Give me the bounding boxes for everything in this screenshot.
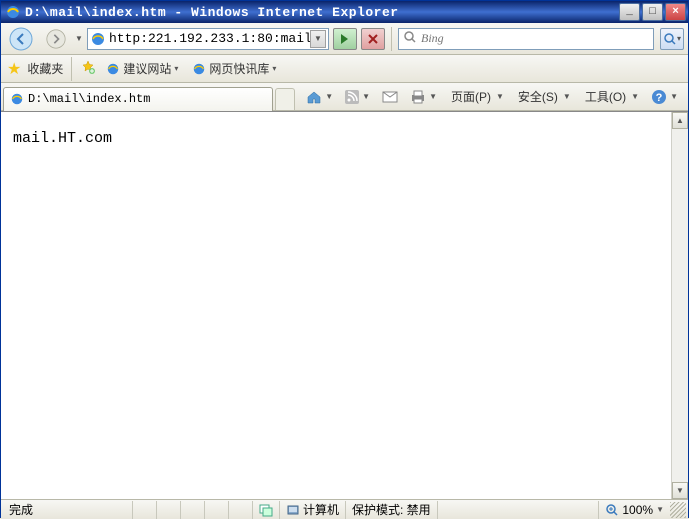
search-go-button[interactable]: ▾ — [660, 28, 684, 50]
title-bar: D:\mail\index.htm - Windows Internet Exp… — [1, 1, 688, 23]
search-icon — [403, 30, 417, 47]
content-area: mail.HT.com ▲ ▼ — [1, 111, 688, 499]
status-done: 完成 — [3, 501, 133, 519]
mail-button[interactable] — [376, 85, 404, 109]
minimize-button[interactable]: _ — [619, 3, 640, 21]
window-controls: _ □ × — [619, 3, 686, 21]
page-menu[interactable]: 页面(P)▼ — [443, 85, 510, 109]
maximize-button[interactable]: □ — [642, 3, 663, 21]
search-box[interactable] — [398, 28, 654, 50]
status-bar: 完成 计算机 保护模式: 禁用 100% ▼ — [1, 499, 688, 519]
back-button[interactable] — [5, 25, 37, 53]
scroll-track[interactable] — [672, 129, 688, 482]
status-protected-mode: 保护模式: 禁用 — [346, 501, 438, 519]
home-button[interactable]: ▼ — [300, 85, 339, 109]
address-input[interactable] — [109, 31, 310, 46]
window-title: D:\mail\index.htm - Windows Internet Exp… — [25, 5, 619, 20]
favorites-label[interactable]: 收藏夹 — [27, 60, 63, 77]
status-cell — [205, 501, 229, 519]
status-cell — [157, 501, 181, 519]
ie-icon — [10, 92, 24, 106]
status-cell — [181, 501, 205, 519]
scroll-up-button[interactable]: ▲ — [672, 112, 688, 129]
forward-button[interactable] — [41, 25, 71, 53]
go-button[interactable] — [333, 28, 357, 50]
svg-text:?: ? — [656, 92, 663, 104]
safety-menu[interactable]: 安全(S)▼ — [510, 85, 577, 109]
print-button[interactable]: ▼ — [404, 85, 443, 109]
tab-bar: D:\mail\index.htm ▼ ▼ ▼ 页面(P)▼ 安全(S)▼ 工具… — [1, 83, 688, 111]
status-progress — [539, 501, 599, 519]
page-text: mail.HT.com — [13, 130, 112, 147]
fav-item-label: 网页快讯库 — [209, 60, 269, 77]
fav-item-label: 建议网站 — [123, 60, 171, 77]
zoom-control[interactable]: 100% ▼ — [599, 503, 670, 517]
separator — [391, 27, 392, 51]
address-dropdown[interactable]: ▼ — [310, 30, 326, 48]
tools-menu[interactable]: 工具(O)▼ — [577, 85, 645, 109]
help-button[interactable]: ? ▼ — [645, 85, 684, 109]
tab-current[interactable]: D:\mail\index.htm — [3, 87, 273, 111]
status-cell — [229, 501, 253, 519]
status-cell — [133, 501, 157, 519]
new-tab-button[interactable] — [275, 88, 295, 110]
scroll-down-button[interactable]: ▼ — [672, 482, 688, 499]
nav-toolbar: ▼ ▼ ▾ — [1, 23, 688, 55]
favorites-star-icon[interactable]: ★ — [7, 59, 21, 79]
page-icon — [90, 31, 106, 47]
ie-icon — [192, 62, 206, 76]
stop-button[interactable] — [361, 28, 385, 50]
favorites-bar: ★ 收藏夹 建议网站 ▾ 网页快讯库 ▾ — [1, 55, 688, 83]
fav-item-slices[interactable]: 网页快讯库 ▾ — [188, 58, 280, 79]
separator — [71, 57, 72, 81]
nav-history-dropdown[interactable]: ▼ — [75, 34, 83, 43]
ie-icon — [106, 62, 120, 76]
status-zone[interactable]: 计算机 — [280, 501, 346, 519]
tab-title: D:\mail\index.htm — [28, 92, 150, 106]
page-body: mail.HT.com — [1, 112, 671, 499]
status-popup-blocker[interactable] — [253, 501, 280, 519]
feeds-button[interactable]: ▼ — [339, 85, 376, 109]
ie-logo-icon — [5, 4, 21, 20]
fav-item-suggested[interactable]: 建议网站 ▾ — [102, 58, 182, 79]
vertical-scrollbar[interactable]: ▲ ▼ — [671, 112, 688, 499]
close-button[interactable]: × — [665, 3, 686, 21]
command-bar: ▼ ▼ ▼ 页面(P)▼ 安全(S)▼ 工具(O)▼ ? ▼ — [300, 85, 688, 109]
resize-grip[interactable] — [670, 502, 686, 518]
zoom-value: 100% — [622, 503, 653, 517]
favorites-add-icon[interactable] — [80, 59, 96, 78]
address-bar[interactable]: ▼ — [87, 28, 329, 50]
search-input[interactable] — [421, 31, 649, 46]
